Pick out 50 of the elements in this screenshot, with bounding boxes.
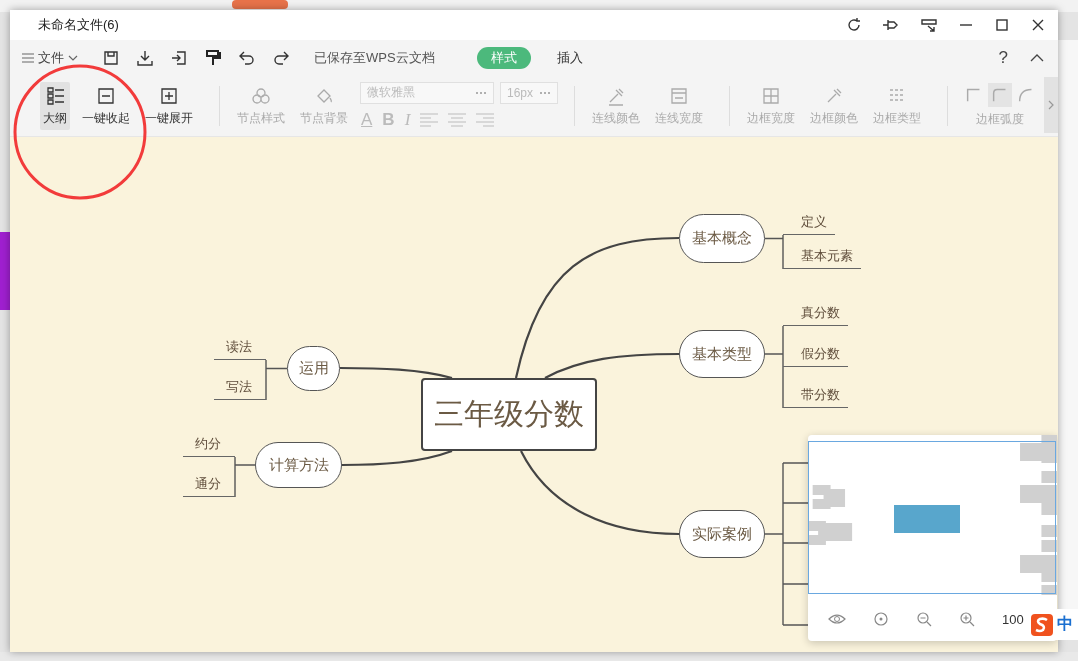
toolbar-button[interactable]: 一键展开 <box>142 81 196 130</box>
subtopic-node[interactable]: 定义 <box>783 211 835 235</box>
zoom-level: 100 <box>1002 611 1024 627</box>
save-status: 已保存至WPS云文档 <box>314 48 435 67</box>
help-button[interactable]: ? <box>998 47 1008 68</box>
export-icon[interactable] <box>171 49 187 66</box>
subtopic-node[interactable]: 带分数 <box>783 384 848 408</box>
refresh-icon[interactable] <box>846 17 862 33</box>
bracket-line <box>265 359 288 401</box>
topic-node[interactable]: 基本类型 <box>679 330 765 378</box>
pin-icon[interactable] <box>882 17 900 33</box>
zoom-out-icon[interactable] <box>916 611 932 627</box>
toolbar-button[interactable]: 大纲 <box>40 81 70 130</box>
toolbar-label: 边框弧度 <box>976 111 1024 128</box>
close-icon[interactable] <box>1030 17 1046 33</box>
subtopic-node[interactable]: 基本元素 <box>783 245 861 269</box>
maximize-icon[interactable] <box>994 17 1010 33</box>
bracket-line <box>234 456 256 498</box>
outline-icon <box>44 84 66 107</box>
redo-icon[interactable] <box>273 49 289 66</box>
subtopic-node[interactable]: 约分 <box>183 433 235 457</box>
chevron-down-icon <box>68 54 78 61</box>
zoom-in-icon[interactable] <box>959 611 975 627</box>
collapse-ribbon-icon[interactable] <box>1030 53 1044 62</box>
topic-node[interactable]: 基本概念 <box>679 214 765 263</box>
window-mode-icon[interactable] <box>920 17 938 33</box>
download-icon[interactable] <box>137 49 153 66</box>
more-icon <box>539 90 551 95</box>
bracket-line <box>764 234 784 270</box>
topic-node[interactable]: 计算方法 <box>255 442 342 488</box>
eye-icon[interactable] <box>828 612 846 626</box>
input-method-logo-icon <box>1031 613 1053 636</box>
topic-node[interactable]: 实际案例 <box>679 510 765 558</box>
subtopic-node[interactable]: 假分数 <box>783 343 848 367</box>
toolbar-button[interactable]: 一键收起 <box>79 81 133 130</box>
subtopic-node[interactable]: 通分 <box>183 473 235 497</box>
subtopic-node[interactable]: 读法 <box>214 336 266 360</box>
tab[interactable]: 插入 <box>542 46 597 69</box>
subtopic-node[interactable]: 真分数 <box>783 302 848 326</box>
locate-icon[interactable] <box>873 611 889 627</box>
more-icon <box>475 90 487 95</box>
file-menu[interactable]: 文件 <box>22 48 78 67</box>
menu-icon <box>22 52 34 63</box>
undo-icon[interactable] <box>239 49 255 66</box>
window-title: 未命名文件(6) <box>38 16 119 34</box>
root-node[interactable]: 三年级分数 <box>421 378 597 451</box>
subtopic-node[interactable]: 写法 <box>214 376 266 400</box>
topic-node[interactable]: 运用 <box>287 346 340 391</box>
format-painter-icon[interactable] <box>205 49 221 66</box>
document-icon[interactable] <box>103 49 119 66</box>
